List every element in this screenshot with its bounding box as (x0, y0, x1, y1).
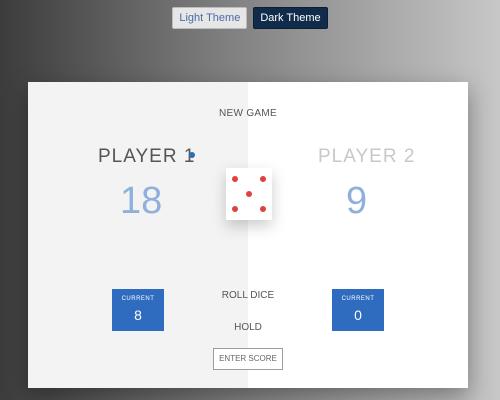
theme-toggle: Light Theme Dark Theme (0, 7, 500, 29)
active-player-indicator-icon (189, 152, 195, 158)
dark-theme-button[interactable]: Dark Theme (253, 7, 328, 29)
player-1-name: PLAYER 1 (98, 146, 196, 167)
game-board: NEW GAME PLAYER 1 PLAYER 2 18 9 CURRENT … (28, 82, 468, 388)
dice-pip (260, 176, 266, 182)
roll-dice-button[interactable]: ROLL DICE (28, 290, 468, 301)
current-label: CURRENT (341, 296, 375, 302)
player-2-name: PLAYER 2 (318, 146, 416, 167)
dice-pip (246, 191, 252, 197)
dice-pip (232, 206, 238, 212)
player-2-current-box: CURRENT 0 (332, 289, 384, 331)
player-2-current-score: 0 (354, 307, 362, 323)
light-theme-button[interactable]: Light Theme (172, 7, 248, 29)
new-game-button[interactable]: NEW GAME (28, 108, 468, 119)
hold-button[interactable]: HOLD (28, 322, 468, 333)
dice-pip (232, 176, 238, 182)
player-2-score: 9 (346, 180, 368, 222)
enter-score-button[interactable]: ENTER SCORE (213, 348, 283, 370)
player-1-score: 18 (120, 180, 163, 222)
dice (226, 168, 272, 220)
player-1-current-score: 8 (134, 307, 142, 323)
dice-pip (260, 206, 266, 212)
